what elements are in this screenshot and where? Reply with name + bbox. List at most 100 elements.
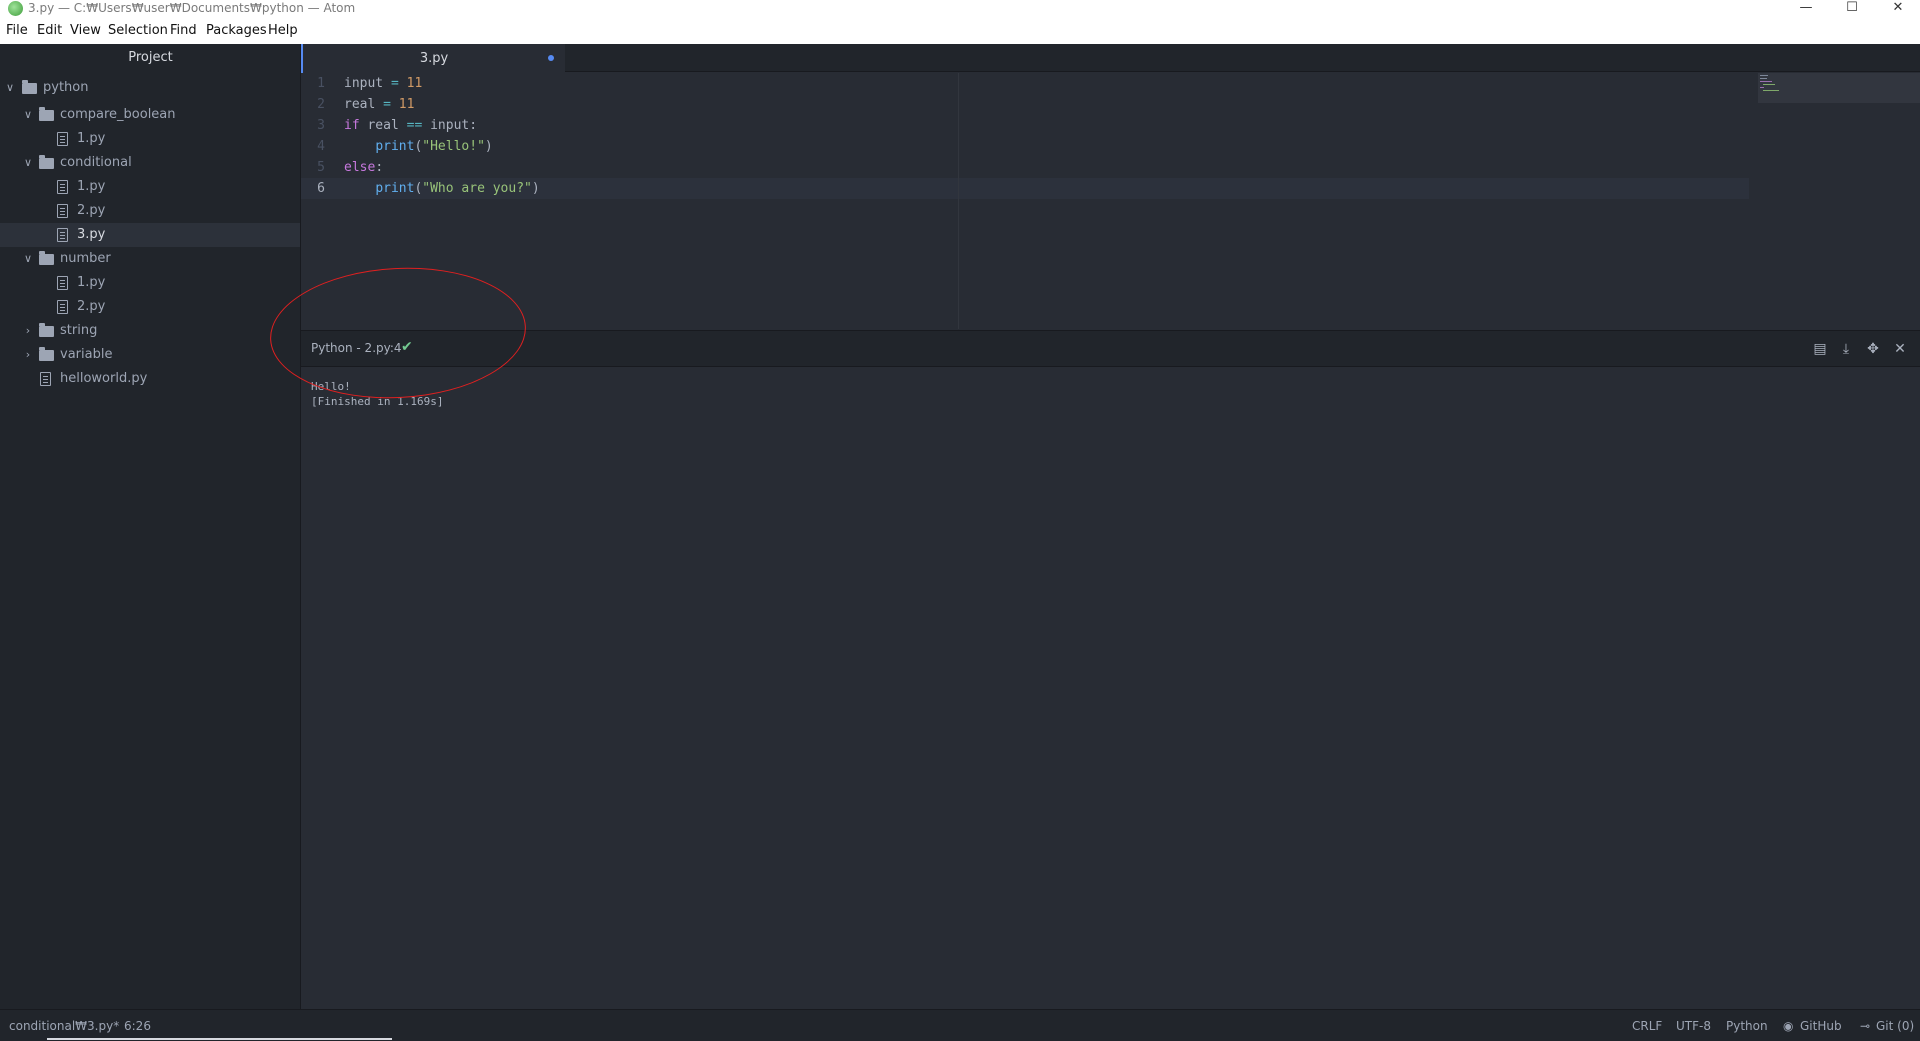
- menu-view[interactable]: View: [70, 23, 101, 38]
- menu-packages[interactable]: Packages: [206, 23, 267, 38]
- status-cursor-position[interactable]: 6:26: [124, 1019, 151, 1033]
- tree-item-label: number: [60, 251, 111, 266]
- panel-header: Python - 2.py:4 ✔ ▤ ⤓ ✥ ✕: [301, 331, 1920, 367]
- status-file-path[interactable]: conditional₩3.py*: [9, 1019, 119, 1033]
- script-output: Hello! [Finished in 1.169s]: [311, 379, 443, 409]
- token-paren: ): [484, 139, 493, 154]
- chevron-down-icon: ∨: [23, 156, 33, 169]
- tab-label: 3.py: [419, 51, 449, 66]
- tree-file-conditional-1py[interactable]: 1.py: [0, 175, 300, 199]
- token-punctuation: :: [375, 160, 384, 175]
- folder-icon: [39, 155, 54, 169]
- tab-3py[interactable]: 3.py: [301, 44, 565, 73]
- tree-item-label: helloworld.py: [60, 371, 148, 386]
- code-line: else:: [344, 157, 383, 178]
- tree-file-number-2py[interactable]: 2.py: [0, 295, 300, 319]
- tree-folder-string[interactable]: › string: [0, 319, 300, 343]
- title-bar: 3.py — C:₩Users₩user₩Documents₩python — …: [0, 0, 1920, 17]
- tree-item-label: conditional: [60, 155, 132, 170]
- status-github[interactable]: GitHub: [1800, 1019, 1842, 1033]
- tree-folder-number[interactable]: ∨ number: [0, 247, 300, 271]
- menu-selection[interactable]: Selection: [108, 23, 168, 38]
- code-line: print("Who are you?"): [344, 178, 540, 199]
- token-keyword: else: [344, 160, 376, 175]
- folder-icon: [22, 80, 37, 94]
- atom-logo-icon: [8, 1, 23, 16]
- token-identifier: input: [344, 76, 391, 91]
- line-number: 3: [317, 118, 325, 133]
- token-operator: =: [383, 97, 391, 112]
- download-icon[interactable]: ⤓: [1836, 339, 1856, 359]
- tree-item-label: string: [60, 323, 98, 338]
- token-identifier: real: [359, 118, 407, 133]
- resize-icon[interactable]: ✥: [1863, 339, 1883, 359]
- chevron-right-icon: ›: [25, 348, 31, 361]
- file-icon: [57, 180, 68, 194]
- output-line: Hello!: [311, 380, 351, 393]
- chevron-right-icon: ›: [25, 324, 31, 337]
- check-icon: ✔: [401, 339, 413, 355]
- tree-folder-variable[interactable]: › variable: [0, 343, 300, 367]
- editor-area: 3.py 1 2 3 4 5 6 input = 11 real = 11 if…: [301, 44, 1920, 1009]
- copy-icon[interactable]: ▤: [1810, 339, 1830, 359]
- status-encoding[interactable]: UTF-8: [1676, 1019, 1711, 1033]
- status-line-ending[interactable]: CRLF: [1632, 1019, 1662, 1033]
- script-output-panel: Python - 2.py:4 ✔ ▤ ⤓ ✥ ✕ Hello! [Finish…: [301, 330, 1920, 1009]
- token-function: print: [375, 181, 415, 196]
- code-line: if real == input:: [344, 115, 477, 136]
- tree-item-label: 1.py: [77, 131, 106, 146]
- code-editor[interactable]: 1 2 3 4 5 6 input = 11 real = 11 if real…: [301, 73, 1920, 329]
- token-operator: =: [390, 76, 399, 91]
- tree-folder-conditional[interactable]: ∨ conditional: [0, 151, 300, 175]
- tree-item-label: 2.py: [77, 203, 106, 218]
- chevron-down-icon: ∨: [23, 108, 33, 121]
- line-number: 6: [317, 181, 325, 196]
- window-title: 3.py — C:₩Users₩user₩Documents₩python — …: [28, 1, 356, 15]
- token-identifier: input:: [422, 118, 478, 133]
- token-operator: ==: [406, 118, 423, 133]
- folder-icon: [39, 107, 54, 121]
- folder-icon: [39, 347, 54, 361]
- menu-help[interactable]: Help: [268, 23, 298, 38]
- tree-header: Project: [128, 50, 173, 65]
- status-git[interactable]: Git (0): [1876, 1019, 1914, 1033]
- tree-file-compare-1py[interactable]: 1.py: [0, 127, 300, 151]
- minimap[interactable]: [1758, 73, 1920, 103]
- tree-item-label: variable: [60, 347, 113, 362]
- token-paren: ): [531, 181, 540, 196]
- tree-item-label: 2.py: [77, 299, 106, 314]
- tree-file-conditional-3py[interactable]: 3.py: [0, 223, 300, 247]
- tree-folder-compare-boolean[interactable]: ∨ compare_boolean: [0, 103, 300, 127]
- chevron-down-icon: ∨: [23, 252, 33, 265]
- close-icon[interactable]: ✕: [1890, 339, 1910, 359]
- tree-item-label: 1.py: [77, 275, 106, 290]
- close-window-button[interactable]: ✕: [1876, 0, 1920, 17]
- menu-find[interactable]: Find: [170, 23, 197, 38]
- file-icon: [57, 204, 68, 218]
- tab-bar: 3.py: [301, 44, 1920, 73]
- github-icon: ◉: [1783, 1019, 1794, 1033]
- line-number: 5: [317, 160, 325, 175]
- line-number: 2: [317, 97, 325, 112]
- chevron-down-icon: ∨: [5, 81, 15, 94]
- menu-file[interactable]: File: [6, 23, 28, 38]
- file-icon: [40, 372, 51, 386]
- tree-folder-python[interactable]: ∨ python: [0, 76, 300, 100]
- folder-icon: [39, 251, 54, 265]
- wrap-guide: [958, 73, 959, 329]
- file-icon: [57, 228, 68, 242]
- maximize-button[interactable]: ☐: [1830, 0, 1874, 17]
- menu-edit[interactable]: Edit: [37, 23, 62, 38]
- tree-file-helloworld[interactable]: helloworld.py: [0, 367, 300, 391]
- file-icon: [57, 276, 68, 290]
- tree-file-conditional-2py[interactable]: 2.py: [0, 199, 300, 223]
- status-grammar[interactable]: Python: [1726, 1019, 1768, 1033]
- folder-icon: [39, 323, 54, 337]
- token-string: "Hello!": [422, 139, 485, 154]
- modified-dot-icon[interactable]: [548, 55, 554, 61]
- minimize-button[interactable]: —: [1784, 0, 1828, 17]
- tree-file-number-1py[interactable]: 1.py: [0, 271, 300, 295]
